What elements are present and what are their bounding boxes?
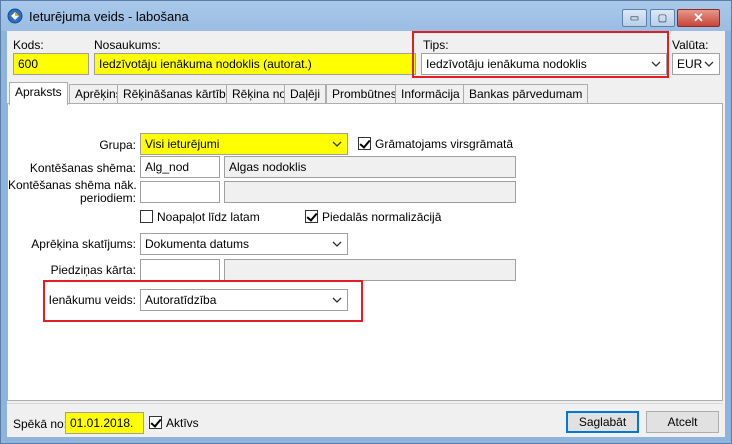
footer-divider [7, 403, 723, 404]
ienakumu-label: Ienākumu veids: [48, 293, 136, 307]
piedalas-checkbox[interactable] [305, 210, 318, 223]
save-button[interactable]: Saglabāt [566, 411, 639, 433]
speka-date-field[interactable]: 01.01.2018. [65, 412, 144, 434]
piedzinas-label: Piedziņas kārta: [50, 263, 136, 277]
close-icon: ✕ [693, 10, 704, 25]
piedalas-label: Piedalās normalizācijā [322, 210, 442, 224]
tab-rekinasanas-kartiba[interactable]: Rēķināšanas kārtība [117, 84, 239, 104]
kontesanas-nak-label-line2: periodiem: [79, 191, 136, 205]
valuta-label: Valūta: [672, 38, 709, 52]
grupa-selected-value: Visi ieturējumi [145, 137, 220, 151]
kods-label: Kods: [13, 38, 44, 52]
tab-apraksts[interactable]: Apraksts [9, 82, 68, 105]
valuta-selected-value: EUR [677, 57, 703, 71]
aprekina-select[interactable]: Dokumenta datums [140, 233, 348, 255]
window-title: Ieturējuma veids - labošana [29, 9, 189, 24]
ienakumu-selected-value: Autoratīdzība [145, 293, 217, 307]
nosaukums-field[interactable]: Iedzīvotāju ienākuma nodoklis (autorat.) [94, 53, 416, 75]
tab-prombutnes[interactable]: Prombūtnes [326, 84, 403, 104]
tab-bankas-parvedumam[interactable]: Bankas pārvedumam [463, 84, 589, 104]
nosaukums-label: Nosaukums: [94, 38, 161, 52]
chevron-down-icon [702, 54, 716, 74]
kontesanas-nak-label: Kontēšanas shēma nāk. periodiem: [8, 178, 137, 205]
speka-label: Spēkā no: [13, 417, 68, 431]
maximize-button[interactable]: ▢ [650, 9, 675, 27]
tab-informacija[interactable]: Informācija [395, 84, 466, 104]
tips-select[interactable]: Iedzīvotāju ienākuma nodoklis [421, 53, 667, 75]
app-icon [7, 8, 23, 24]
piedzinas-code-field[interactable] [140, 259, 220, 281]
chevron-down-icon [330, 234, 344, 254]
gramatojams-checkbox[interactable] [358, 137, 371, 150]
minimize-icon: ▭ [629, 12, 640, 24]
minimize-button[interactable]: ▭ [622, 9, 647, 27]
piedzinas-description [224, 259, 516, 281]
noapalot-checkbox[interactable] [140, 210, 153, 223]
chevron-down-icon [330, 134, 344, 154]
aktivs-checkbox[interactable] [149, 416, 162, 429]
valuta-select[interactable]: EUR [672, 53, 720, 75]
ienakumu-select[interactable]: Autoratīdzība [140, 289, 348, 311]
dialog-client-area: Kods: 600 Nosaukums: Iedzīvotāju ienākum… [7, 31, 725, 437]
aktivs-label: Aktīvs [166, 416, 199, 430]
cancel-button[interactable]: Atcelt [646, 411, 719, 433]
kontesanas-nak-code-field[interactable] [140, 181, 220, 203]
grupa-label: Grupa: [99, 138, 136, 152]
apraksts-panel: Grupa: Visi ieturējumi Grāmatojams virsg… [7, 103, 723, 401]
tab-daleji[interactable]: Daļēji [284, 84, 327, 104]
aprekina-label: Aprēķina skatījums: [31, 237, 136, 251]
kontesanas-nak-label-line1: Kontēšanas shēma nāk. [8, 178, 137, 192]
tab-rekina-no[interactable]: Rēķina no [226, 84, 293, 104]
close-button[interactable]: ✕ [677, 9, 720, 27]
title-bar[interactable]: Ieturējuma veids - labošana ▭ ▢ ✕ [1, 1, 731, 31]
kontesanas-description: Algas nodoklis [224, 156, 516, 178]
kontesanas-code-field[interactable]: Alg_nod [140, 156, 220, 178]
kontesanas-label: Kontēšanas shēma: [29, 161, 136, 175]
aprekina-selected-value: Dokumenta datums [145, 237, 250, 251]
noapalot-label: Noapaļot līdz latam [157, 210, 260, 224]
chevron-down-icon [649, 54, 663, 74]
gramatojams-label: Grāmatojams virsgrāmatā [375, 137, 514, 151]
kods-field[interactable]: 600 [13, 53, 89, 75]
tips-label: Tips: [423, 38, 449, 52]
chevron-down-icon [330, 290, 344, 310]
tips-selected-value: Iedzīvotāju ienākuma nodoklis [426, 57, 587, 71]
kontesanas-nak-description [224, 181, 516, 203]
grupa-select[interactable]: Visi ieturējumi [140, 133, 348, 155]
dialog-window: Ieturējuma veids - labošana ▭ ▢ ✕ Kods: … [0, 0, 732, 444]
maximize-icon: ▢ [657, 12, 668, 24]
